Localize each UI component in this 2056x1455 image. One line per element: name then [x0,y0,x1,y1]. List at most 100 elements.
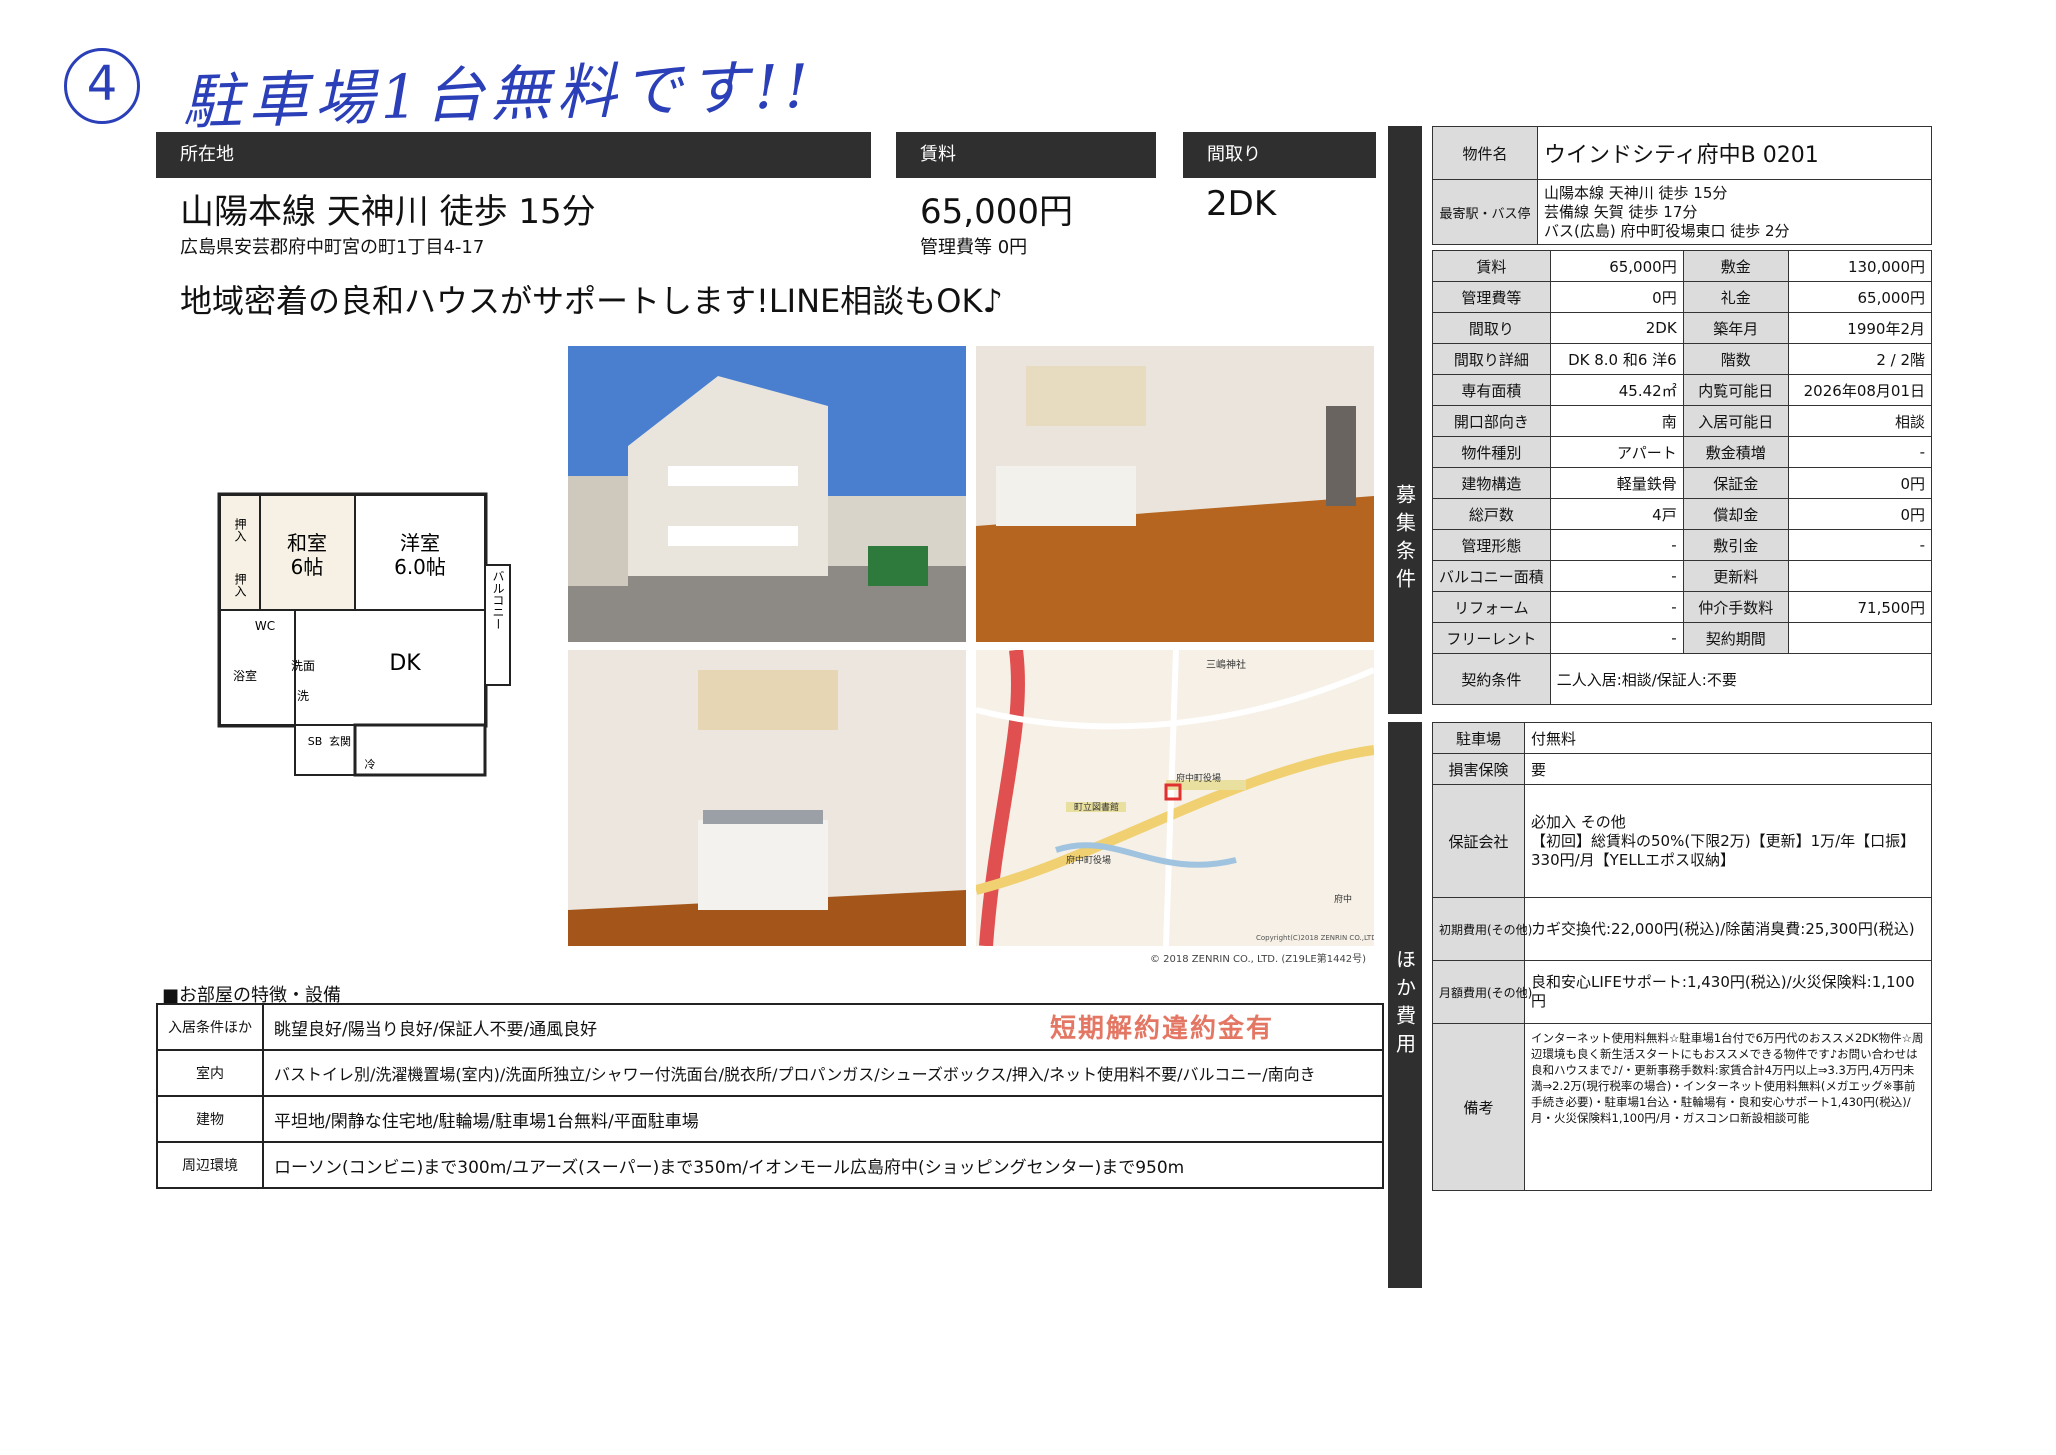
condition-value: 71,500円 [1787,591,1933,623]
condition-label: 契約期間 [1682,622,1789,654]
table-row: 室内 バストイレ別/洗濯機置場(室内)/洗面所独立/シャワー付洗面台/脱衣所/プロ… [156,1049,1384,1097]
table-row: 保証会社 必加入 その他 【初回】総賃料の50%(下限2万)【更新】1万/年【口振… [1432,784,1932,898]
condition-value: - [1549,529,1684,561]
condition-value: - [1549,560,1684,592]
station-line-2: 芸備線 矢賀 徒歩 17分 [1544,202,1698,221]
fp-entrance: 玄関 [329,734,351,748]
feature-value: ローソン(コンビニ)まで300m/ユアーズ(スーパー)まで350m/イオンモール… [262,1141,1384,1189]
condition-value: 65,000円 [1787,281,1933,313]
table-row: 間取り詳細 DK 8.0 和6 洋6 階数 2 / 2階 [1432,343,1933,375]
fp-wash: 洗 [297,689,309,703]
map-image: 三嶋神社 府中町役場 町立図書館 府中町役場 府中 Copyright(C)20… [976,650,1374,946]
table-row: 契約条件 二人入居:相談/保証人:不要 [1432,653,1933,705]
table-row: 総戸数 4戸 償却金 0円 [1432,498,1933,530]
condition-value: - [1787,436,1933,468]
room-photo [976,346,1374,642]
table-row: 最寄駅・バス停 山陽本線 天神川 徒歩 15分 芸備線 矢賀 徒歩 17分 バス… [1432,179,1932,245]
condition-value: 1990年2月 [1787,312,1933,344]
table-row: 建物 平坦地/閑静な住宅地/駐輪場/駐車場1台無料/平面駐車場 [156,1095,1384,1143]
condition-value: 2DK [1549,312,1684,344]
initial-cost-value: カギ交換代:22,000円(税込)/除菌消臭費:25,300円(税込) [1524,897,1932,961]
condition-label: リフォーム [1432,591,1551,623]
condition-value: アパート [1549,436,1684,468]
condition-value: 0円 [1787,467,1933,499]
handwritten-number: 4 [64,48,140,124]
fp-washitsu-size: 6帖 [291,555,324,579]
fp-yoshitsu: 洋室 [400,531,440,555]
condition-label: 管理形態 [1432,529,1551,561]
table-row: バルコニー面積 - 更新料 [1432,560,1933,592]
condition-label: 総戸数 [1432,498,1551,530]
map-label-shrine: 三嶋神社 [1206,658,1246,671]
insurance-value: 要 [1524,753,1932,785]
rent-value: 65,000円 [920,192,1073,232]
parking-label: 駐車場 [1432,722,1525,754]
floor-plan: 押入 押入 和室 6帖 洋室 6.0帖 バルコニー WC 浴室 洗面 洗 SB … [215,490,525,790]
fp-washitsu: 和室 [287,531,327,555]
condition-value: 軽量鉄骨 [1549,467,1684,499]
condition-label: 賃料 [1432,250,1551,282]
address-text: 広島県安芸郡府中町宮の町1丁目4-17 [180,237,485,258]
condition-value [1787,622,1933,654]
rent-header: 賃料 [896,132,1156,178]
condition-value: - [1787,529,1933,561]
condition-label: 専有面積 [1432,374,1551,406]
table-row: 駐車場 付無料 [1432,722,1932,754]
condition-label: 階数 [1682,343,1789,375]
kitchen-photo [568,650,966,946]
feature-key: 建物 [156,1095,264,1143]
condition-label: 敷金積増 [1682,436,1789,468]
property-name: ウインドシティ府中B 0201 [1537,126,1932,180]
condition-label: フリーレント [1432,622,1551,654]
map-label-office: 府中町役場 [1176,772,1221,784]
condition-value: DK 8.0 和6 洋6 [1549,343,1684,375]
table-row: リフォーム - 仲介手数料 71,500円 [1432,591,1933,623]
table-row: 物件名 ウインドシティ府中B 0201 [1432,126,1932,180]
location-header: 所在地 [156,132,871,178]
table-row: 賃料 65,000円 敷金 130,000円 [1432,250,1933,282]
condition-label: 仲介手数料 [1682,591,1789,623]
insurance-label: 損害保険 [1432,753,1525,785]
map-label-fuchu: 府中 [1334,893,1352,905]
condition-label: 礼金 [1682,281,1789,313]
condition-label: 敷金 [1682,250,1789,282]
fp-dk: DK [389,651,421,676]
table-row: 管理費等 0円 礼金 65,000円 [1432,281,1933,313]
condition-label: 間取り詳細 [1432,343,1551,375]
condition-label: 管理費等 [1432,281,1551,313]
fees-table: 駐車場 付無料 損害保険要 保証会社 必加入 その他 【初回】総賃料の50%(下限2… [1432,722,1932,1191]
condition-label: 開口部向き [1432,405,1551,437]
fp-oshiire-1: 押入 [233,518,247,542]
fp-balcony: バルコニー [491,570,505,630]
contract-label: 契約条件 [1432,653,1551,705]
condition-label: 物件種別 [1432,436,1551,468]
condition-label: 築年月 [1682,312,1789,344]
fp-sb: SB [308,735,323,748]
table-row: 月額費用(その他) 良和安心LIFEサポート:1,430円(税込)/火災保険料:1… [1432,960,1932,1024]
condition-label: バルコニー面積 [1432,560,1551,592]
station-line-1: 山陽本線 天神川 徒歩 15分 [1544,183,1728,202]
map-label-library: 町立図書館 [1074,801,1119,813]
penalty-stamp: 短期解約違約金有 [1050,1014,1275,1044]
exterior-photo [568,346,966,642]
condition-label: 内覧可能日 [1682,374,1789,406]
property-name-label: 物件名 [1432,126,1538,180]
condition-label: 更新料 [1682,560,1789,592]
table-row: 専有面積 45.42㎡ 内覧可能日 2026年08月01日 [1432,374,1933,406]
table-row: 間取り 2DK 築年月 1990年2月 [1432,312,1933,344]
initial-cost-label: 初期費用(その他) [1432,897,1532,961]
table-row: 管理形態 - 敷引金 - [1432,529,1933,561]
monthly-cost-value: 良和安心LIFEサポート:1,430円(税込)/火災保険料:1,100円 [1524,960,1932,1024]
feature-value: バストイレ別/洗濯機置場(室内)/洗面所独立/シャワー付洗面台/脱衣所/プロパン… [262,1049,1384,1097]
section-label-fees: ほか費用 [1388,722,1422,1288]
condition-label: 保証金 [1682,467,1789,499]
access-text: 山陽本線 天神川 徒歩 15分 [180,192,596,232]
station-line-3: バス(広島) 府中町役場東口 徒歩 2分 [1544,221,1790,240]
condition-value: 南 [1549,405,1684,437]
condition-value: 2026年08月01日 [1787,374,1933,406]
station-label: 最寄駅・バス停 [1432,179,1538,245]
fp-fridge: 冷 [365,758,376,771]
section-label-conditions: 募集条件 [1388,126,1422,714]
table-row: 周辺環境 ローソン(コンビニ)まで300m/ユアーズ(スーパー)まで350m/イオ… [156,1141,1384,1189]
fp-wc: WC [255,619,275,633]
